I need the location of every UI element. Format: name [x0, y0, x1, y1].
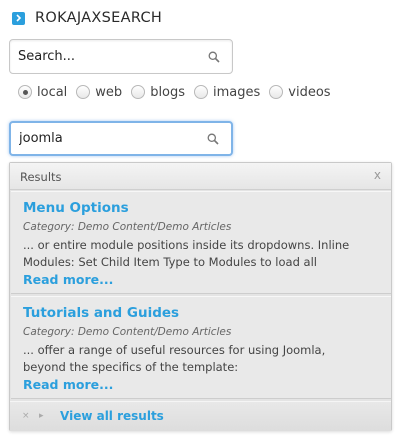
- result-snippet: ... offer a range of useful resources fo…: [23, 343, 326, 374]
- results-footer: × ▸ View all results: [10, 401, 391, 431]
- search-icon[interactable]: [208, 51, 220, 63]
- result-title-link[interactable]: Tutorials and Guides: [23, 305, 179, 321]
- filter-videos[interactable]: videos: [269, 84, 331, 100]
- read-more-link[interactable]: Read more...: [23, 272, 113, 287]
- result-category: Category: Demo Content/Demo Articles: [23, 326, 232, 338]
- radio-local[interactable]: [18, 85, 32, 99]
- search-box-query[interactable]: [9, 121, 233, 156]
- results-panel: Results x Menu Options Category: Demo Co…: [9, 162, 392, 431]
- search-icon[interactable]: [207, 133, 219, 145]
- view-all-results-link[interactable]: View all results: [60, 409, 164, 423]
- result-item: Menu Options Category: Demo Content/Demo…: [11, 191, 391, 294]
- radio-images[interactable]: [194, 85, 209, 99]
- module-header: ROKAJAXSEARCH: [12, 8, 162, 28]
- search-input[interactable]: [10, 40, 232, 73]
- filter-label-local: local: [37, 84, 68, 100]
- filter-label-videos: videos: [288, 84, 331, 100]
- radio-videos[interactable]: [269, 85, 284, 99]
- search-box-top[interactable]: [9, 39, 233, 74]
- pager-next-icon[interactable]: ▸: [39, 411, 44, 421]
- filter-label-images: images: [213, 84, 261, 100]
- query-input[interactable]: [11, 123, 231, 154]
- rokajaxsearch-module: ROKAJAXSEARCH local web blogs images vid…: [0, 0, 400, 440]
- results-title: Results: [20, 170, 62, 184]
- result-category: Category: Demo Content/Demo Articles: [23, 221, 232, 233]
- filter-local[interactable]: local: [18, 85, 67, 100]
- filter-blogs[interactable]: blogs: [131, 85, 185, 100]
- results-header: Results x: [10, 163, 391, 190]
- chevron-right-icon: [12, 11, 25, 25]
- radio-selected-dot: [22, 89, 28, 95]
- radio-web[interactable]: [76, 85, 91, 99]
- module-title: ROKAJAXSEARCH: [35, 10, 163, 26]
- filter-label-blogs: blogs: [150, 84, 186, 100]
- pager-prev-icon[interactable]: ×: [22, 411, 30, 421]
- radio-blogs[interactable]: [131, 85, 146, 99]
- result-title-link[interactable]: Menu Options: [23, 200, 129, 216]
- result-item: Tutorials and Guides Category: Demo Cont…: [11, 296, 391, 399]
- read-more-link[interactable]: Read more...: [23, 377, 113, 392]
- close-icon[interactable]: x: [374, 168, 381, 182]
- filter-images[interactable]: images: [194, 85, 260, 100]
- filter-label-web: web: [95, 84, 123, 100]
- search-filter-group: local web blogs images videos: [18, 82, 340, 102]
- result-snippet: ... or entire module positions inside it…: [23, 238, 350, 269]
- filter-web[interactable]: web: [76, 85, 122, 100]
